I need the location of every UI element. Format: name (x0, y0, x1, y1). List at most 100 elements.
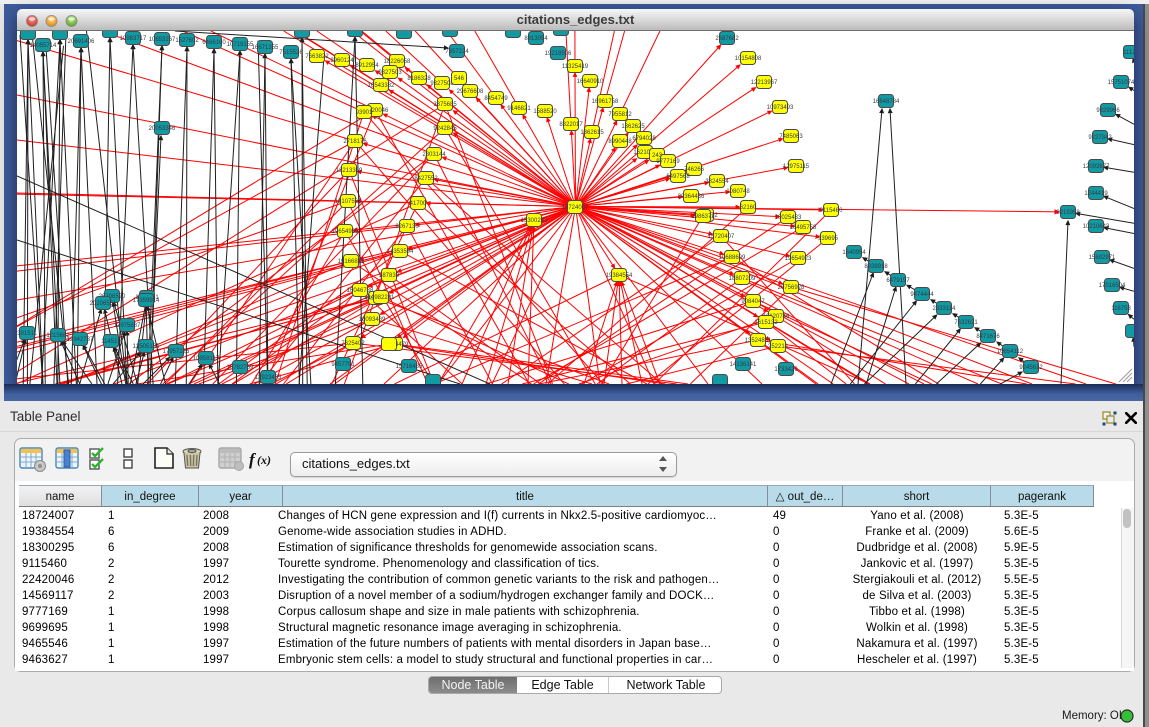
svg-text:14136141: 14136141 (730, 362, 757, 368)
svg-text:6497568: 6497568 (666, 174, 690, 180)
svg-text:16648784: 16648784 (873, 99, 900, 105)
svg-text:16961758: 16961758 (592, 99, 619, 105)
svg-text:1080748: 1080748 (726, 189, 750, 195)
svg-text:9474444: 9474444 (910, 292, 934, 298)
svg-text:746266: 746266 (684, 167, 705, 173)
svg-text:18107563: 18107563 (335, 199, 362, 205)
svg-text:14055714: 14055714 (30, 43, 57, 49)
svg-text:12213369: 12213369 (336, 168, 363, 174)
svg-text:(x): (x) (257, 453, 271, 467)
svg-text:1527602: 1527602 (175, 38, 199, 44)
svg-text:41700: 41700 (410, 201, 427, 207)
svg-text:62160: 62160 (740, 205, 757, 211)
svg-text:587833: 587833 (379, 273, 400, 279)
svg-text:10154808: 10154808 (735, 56, 762, 62)
svg-text:15720407: 15720407 (708, 234, 735, 240)
svg-text:1640954: 1640954 (842, 250, 866, 256)
svg-text:1733426: 1733426 (774, 367, 798, 373)
svg-text:9242845: 9242845 (433, 126, 457, 132)
svg-text:16782759: 16782759 (227, 365, 254, 371)
svg-text:1588520: 1588520 (533, 109, 557, 115)
svg-text:18226058: 18226058 (384, 59, 411, 65)
svg-text:18724007: 18724007 (562, 205, 589, 211)
svg-text:19384554: 19384554 (606, 273, 633, 279)
svg-text:8471676: 8471676 (976, 334, 1000, 340)
svg-text:19218506: 19218506 (545, 51, 572, 57)
svg-text:f: f (249, 450, 257, 469)
svg-text:7515526: 7515526 (279, 50, 303, 56)
svg-text:9146821: 9146821 (507, 106, 531, 112)
svg-text:13975887: 13975887 (114, 323, 141, 329)
svg-text:16093489: 16093489 (359, 317, 386, 323)
svg-text:12975115: 12975115 (783, 164, 810, 170)
svg-text:11124: 11124 (1123, 50, 1134, 56)
svg-text:1244419: 1244419 (1084, 191, 1108, 197)
svg-text:2687682: 2687682 (715, 36, 739, 42)
svg-text:10719155: 10719155 (227, 42, 254, 48)
svg-text:17957225: 17957225 (163, 349, 190, 355)
svg-text:1362615: 1362615 (580, 130, 604, 136)
svg-text:6479197: 6479197 (886, 278, 910, 284)
svg-text:16495758: 16495758 (790, 225, 817, 231)
svg-text:8427552: 8427552 (414, 176, 438, 182)
svg-text:116753: 116753 (1111, 306, 1131, 312)
svg-text:15716485: 15716485 (396, 364, 423, 370)
svg-text:3875685: 3875685 (433, 102, 457, 108)
svg-text:20364436: 20364436 (678, 194, 705, 200)
svg-text:8322017: 8322017 (559, 122, 583, 128)
svg-text:16640910: 16640910 (577, 79, 604, 85)
svg-text:7485063: 7485063 (779, 134, 803, 140)
svg-text:1362625: 1362625 (621, 124, 645, 130)
svg-text:7955812: 7955812 (608, 112, 632, 118)
svg-text:9327503: 9327503 (378, 70, 402, 76)
svg-text:12093877: 12093877 (1083, 164, 1110, 170)
svg-text:3824554: 3824554 (705, 179, 729, 185)
svg-text:2718176: 2718176 (343, 139, 367, 145)
svg-text:19654935: 19654935 (332, 229, 359, 235)
svg-text:9084047: 9084047 (741, 299, 765, 305)
svg-text:6794028: 6794028 (632, 136, 656, 142)
svg-text:10973493: 10973493 (767, 105, 794, 111)
svg-text:114519: 114519 (101, 339, 121, 345)
svg-text:8938918: 8938918 (864, 264, 888, 270)
svg-text:12923405: 12923405 (255, 375, 282, 381)
svg-text:20206551: 20206551 (90, 301, 117, 307)
svg-text:20053346: 20053346 (149, 126, 176, 132)
svg-text:8813054: 8813054 (524, 36, 548, 42)
svg-text:8186328: 8186328 (407, 76, 431, 82)
svg-text:3215958: 3215958 (1056, 210, 1080, 216)
svg-text:12505135: 12505135 (133, 344, 160, 350)
svg-text:14982221: 14982221 (368, 295, 395, 301)
svg-text:9329966: 9329966 (1096, 108, 1120, 114)
svg-text:7663822: 7663822 (305, 54, 329, 60)
svg-text:7632621: 7632621 (954, 320, 978, 326)
svg-text:546: 546 (454, 76, 465, 82)
svg-text:14353594: 14353594 (387, 249, 414, 255)
svg-text:10958117: 10958117 (193, 356, 220, 362)
svg-text:252214: 252214 (768, 344, 789, 350)
svg-text:10963717: 10963717 (120, 36, 147, 42)
svg-text:12942737: 12942737 (67, 337, 94, 343)
svg-text:2986372: 2986372 (691, 214, 715, 220)
svg-text:6466160: 6466160 (202, 40, 226, 46)
svg-text:10210643: 10210643 (1083, 224, 1110, 230)
svg-text:10653267: 10653267 (149, 37, 176, 43)
svg-text:391511: 391511 (17, 331, 37, 337)
svg-text:18807209: 18807209 (729, 276, 756, 282)
svg-text:7625402: 7625402 (341, 341, 365, 347)
svg-text:29676608: 29676608 (457, 89, 484, 95)
svg-text:10654112: 10654112 (997, 349, 1024, 355)
svg-text:8912954: 8912954 (355, 63, 379, 69)
svg-text:19166825: 19166825 (338, 259, 365, 265)
svg-text:2803144: 2803144 (422, 152, 446, 158)
svg-text:15300293: 15300293 (521, 218, 548, 224)
svg-text:9227342: 9227342 (1088, 135, 1112, 141)
svg-text:8990448: 8990448 (608, 139, 632, 145)
svg-text:9457791: 9457791 (331, 362, 355, 368)
svg-text:17359914: 17359914 (133, 298, 160, 304)
svg-text:7357224: 7357224 (445, 49, 469, 55)
svg-text:939695: 939695 (818, 236, 839, 242)
svg-text:19654923: 19654923 (785, 256, 812, 262)
svg-text:93901: 93901 (356, 110, 373, 116)
svg-text:20691406: 20691406 (68, 39, 95, 45)
